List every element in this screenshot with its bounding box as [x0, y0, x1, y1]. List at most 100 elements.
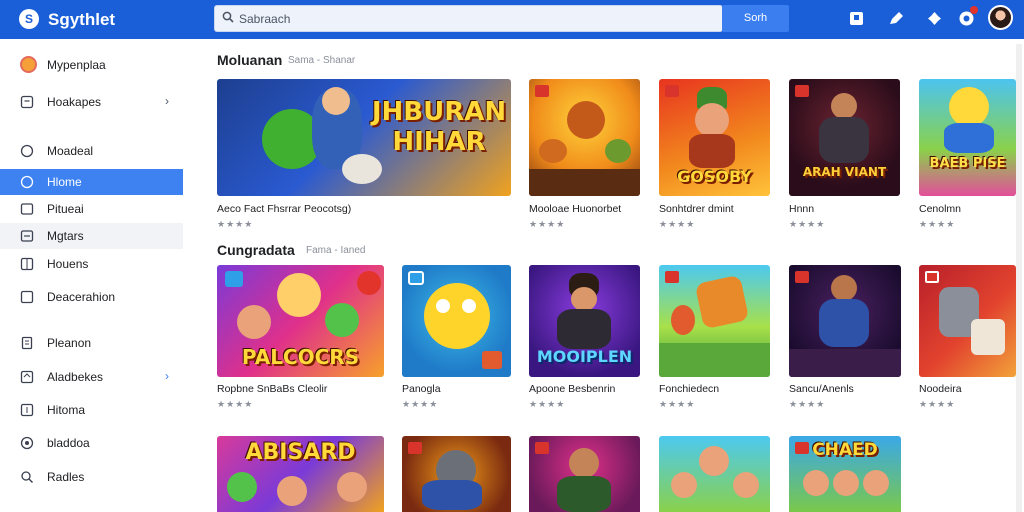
game-card-image[interactable]: GOSOBY	[659, 79, 770, 196]
game-card-image[interactable]	[529, 436, 640, 512]
game-title[interactable]: Apoone Besbenrin	[529, 383, 615, 395]
game-card-image[interactable]	[919, 265, 1016, 377]
square-icon	[20, 290, 34, 304]
square-icon	[20, 230, 34, 242]
avatar[interactable]	[988, 5, 1013, 30]
game-title[interactable]: Noodeira	[919, 383, 962, 395]
rating-stars: ★★★★	[659, 399, 696, 409]
game-card-image[interactable]	[402, 436, 511, 512]
rating-stars: ★★★★	[529, 399, 566, 409]
rating-stars: ★★★★	[217, 219, 254, 229]
game-title[interactable]: Hnnn	[789, 203, 814, 215]
sidebar-item-label: Deacerahion	[47, 290, 116, 304]
sidebar: Mypenplaa Hoakapes › Moadeal Hlome Pitue…	[0, 39, 195, 512]
sidebar-item-pitueai[interactable]: Pitueai	[0, 196, 183, 222]
game-title[interactable]: Cenolmn	[919, 203, 961, 215]
circle-icon	[20, 144, 34, 158]
search-button[interactable]: Sorh	[722, 5, 789, 32]
sidebar-item-label: Hitoma	[47, 403, 86, 417]
app-logo-icon[interactable]: S	[19, 9, 39, 29]
search-input[interactable]	[239, 5, 709, 32]
game-card-image[interactable]: PALCOCRS	[217, 265, 384, 377]
game-card-image[interactable]	[529, 79, 640, 196]
sidebar-item-label: Houens	[47, 257, 89, 271]
sidebar-item-label: Mgtars	[47, 229, 84, 243]
rating-stars: ★★★★	[919, 399, 956, 409]
game-title[interactable]: Fonchiedecn	[659, 383, 719, 395]
sidebar-item-hlome[interactable]: Hlome	[0, 169, 183, 195]
sidebar-item-label: Hlome	[47, 175, 82, 189]
sidebar-item-pleanon[interactable]: Pleanon	[0, 330, 183, 356]
rating-stars: ★★★★	[789, 219, 826, 229]
game-card-image[interactable]: ABISARD	[217, 436, 384, 512]
game-card-image[interactable]: JHBURAN HIHAR	[217, 79, 511, 196]
section-subtitle[interactable]: Sama - Shanar	[288, 55, 355, 66]
library-icon[interactable]	[848, 10, 865, 27]
search-icon	[222, 11, 234, 23]
sidebar-item-hitoma[interactable]: Hitoma	[0, 397, 183, 423]
rating-stars: ★★★★	[529, 219, 566, 229]
sidebar-item-label: Pitueai	[47, 202, 84, 216]
game-card-image[interactable]	[402, 265, 511, 377]
game-art-title: CHAED	[812, 440, 878, 460]
game-title[interactable]: Aeco Fact Fhsrrar Peocotsg)	[217, 203, 351, 215]
game-art-title: GOSOBY	[677, 167, 752, 186]
game-art-title: JHBURAN HIHAR	[371, 97, 507, 157]
sidebar-item-label: Radles	[47, 470, 85, 484]
sidebar-item-label: bladdoa	[47, 436, 90, 450]
sidebar-item-label: Mypenplaa	[47, 58, 106, 72]
profile-icon	[20, 56, 37, 73]
game-card-image[interactable]	[659, 436, 770, 512]
sidebar-item-label: Hoakapes	[47, 95, 102, 109]
section-title: Cungradata	[217, 242, 295, 258]
sidebar-item-hoakapes[interactable]: Hoakapes ›	[0, 89, 183, 115]
game-card-image[interactable]: BAEB PISE	[919, 79, 1016, 196]
sidebar-item-label: Pleanon	[47, 336, 92, 350]
game-card-image[interactable]: MOOIPLEN	[529, 265, 640, 377]
list-icon	[20, 403, 34, 417]
edit-icon[interactable]	[888, 10, 905, 27]
game-title[interactable]: Ropbne SnBaBs Cleolir	[217, 383, 327, 395]
sidebar-item-profile[interactable]: Mypenplaa	[0, 52, 183, 78]
game-title[interactable]: Sancu/Anenls	[789, 383, 854, 395]
game-title[interactable]: Mooloae Huonorbet	[529, 203, 621, 215]
rating-stars: ★★★★	[217, 399, 254, 409]
sidebar-item-mgtars[interactable]: Mgtars	[0, 223, 183, 249]
rating-stars: ★★★★	[919, 219, 956, 229]
sidebar-item-deacerahion[interactable]: Deacerahion	[0, 284, 183, 310]
notification-badge	[970, 6, 978, 14]
game-art-title: MOOIPLEN	[536, 347, 633, 366]
box-icon	[20, 370, 34, 384]
gamepad-icon[interactable]	[926, 10, 943, 27]
game-title[interactable]: Sonhtdrer dmint	[659, 203, 734, 215]
sidebar-item-label: Moadeal	[47, 144, 94, 158]
search-icon	[21, 471, 33, 483]
rating-stars: ★★★★	[789, 399, 826, 409]
sidebar-item-label: Aladbekes	[47, 370, 104, 384]
game-art-title: BAEB PISE	[929, 156, 1006, 171]
sidebar-item-moadeal[interactable]: Moadeal	[0, 138, 183, 164]
game-art-title: PALCOCRS	[241, 345, 360, 369]
game-card-image[interactable]: CHAED	[789, 436, 901, 512]
section-title: Moluanan	[217, 52, 283, 68]
rating-stars: ★★★★	[402, 399, 439, 409]
circle-icon	[20, 175, 34, 189]
ring-icon	[20, 436, 34, 450]
section-subtitle[interactable]: Fama - Ianed	[306, 245, 365, 256]
rating-stars: ★★★★	[659, 219, 696, 229]
sidebar-item-aladbekes[interactable]: Aladbekes ›	[0, 364, 183, 390]
grid-icon	[20, 257, 34, 271]
scrollbar[interactable]	[1016, 44, 1022, 512]
app-title: Sgythlet	[48, 10, 116, 29]
sidebar-item-bladdoa[interactable]: bladdoa	[0, 430, 183, 456]
game-card-image[interactable]	[789, 265, 901, 377]
chevron-right-icon: ›	[165, 369, 169, 383]
sidebar-item-houens[interactable]: Houens	[0, 251, 183, 277]
game-card-image[interactable]	[659, 265, 770, 377]
square-icon	[20, 203, 34, 215]
game-card-image[interactable]: ARAH VIANT	[789, 79, 900, 196]
home-icon	[20, 95, 34, 109]
chevron-right-icon: ›	[165, 94, 169, 108]
game-title[interactable]: Panogla	[402, 383, 441, 395]
sidebar-item-radles[interactable]: Radles	[0, 464, 183, 490]
